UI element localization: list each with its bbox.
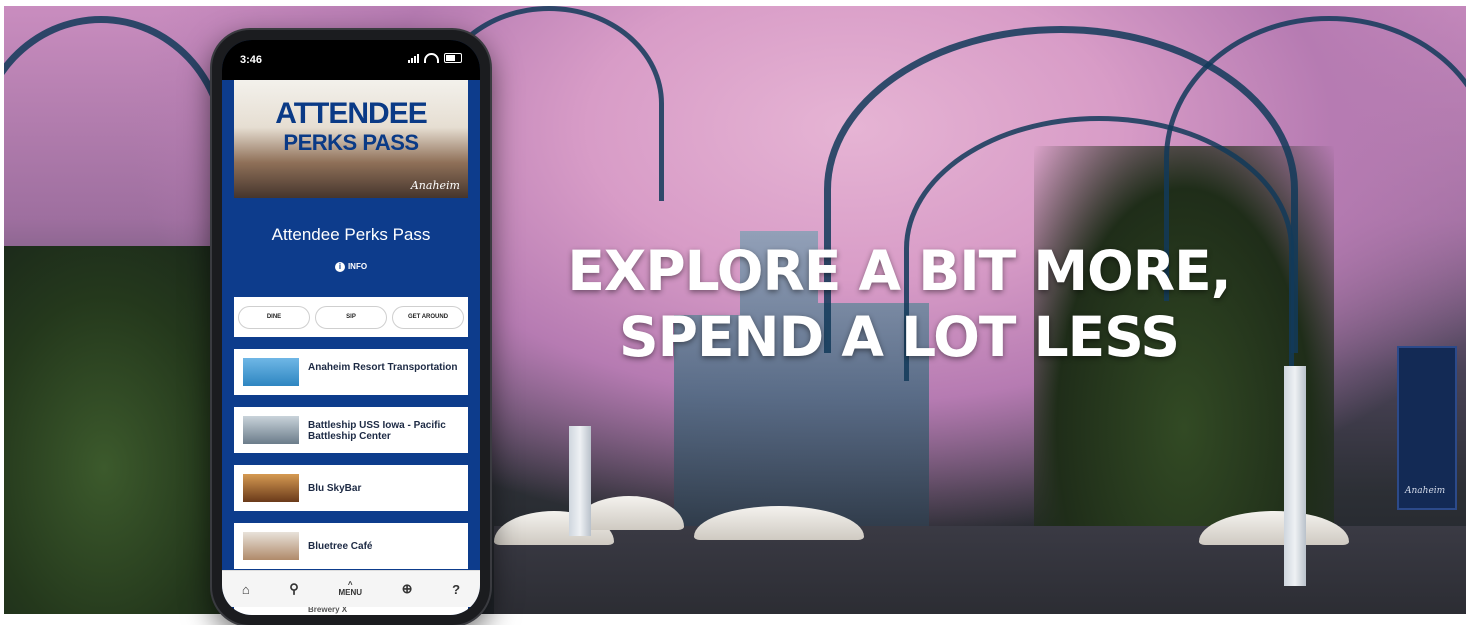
status-icons xyxy=(408,53,462,63)
section-title: Attendee Perks Pass xyxy=(271,225,431,244)
globe-icon[interactable]: ⊕ xyxy=(402,581,413,597)
bottom-nav: ⌂ ⚲ ^ MENU ⊕ ? xyxy=(222,570,480,607)
status-bar: 3:46 xyxy=(222,40,480,80)
info-icon: i xyxy=(334,262,345,272)
battery-icon xyxy=(444,53,462,63)
headline-line-1: EXPLORE A BIT MORE, xyxy=(567,239,1231,303)
banner-signature: Anaheim xyxy=(1405,486,1446,496)
menu-button[interactable]: ^ MENU xyxy=(338,581,362,597)
list-item[interactable]: Anaheim Resort Transportation xyxy=(234,349,468,395)
item-thumbnail xyxy=(243,358,299,386)
headline-line-2: SPEND A LOT LESS xyxy=(619,305,1180,369)
item-label: Battleship USS Iowa - Pacific Battleship… xyxy=(308,420,446,442)
light-truss xyxy=(1284,366,1306,586)
light-truss xyxy=(569,426,591,536)
home-icon[interactable]: ⌂ xyxy=(242,582,250,597)
item-label: Anaheim Resort Transportation xyxy=(308,362,458,373)
phone-screen: 3:46 ATTENDEE PERKS PASS Anaheim Attende… xyxy=(222,40,480,615)
item-label: Blu SkyBar xyxy=(308,483,362,494)
promo-title-line-1: ATTENDEE xyxy=(275,97,427,130)
hanging-banner: Anaheim xyxy=(1397,346,1457,510)
phone-mockup: 3:46 ATTENDEE PERKS PASS Anaheim Attende… xyxy=(212,30,490,625)
status-time: 3:46 xyxy=(240,54,263,66)
item-label: Bluetree Café xyxy=(308,541,373,552)
tab-dine[interactable]: DINE xyxy=(238,305,310,329)
info-label: INFO xyxy=(347,262,368,272)
signal-icon xyxy=(408,53,419,63)
list-item[interactable]: Blu SkyBar xyxy=(234,465,468,511)
help-icon[interactable]: ? xyxy=(452,582,460,597)
wifi-icon xyxy=(424,53,439,63)
promo-title-line-2: PERKS PASS xyxy=(283,130,419,155)
anaheim-logo: Anaheim xyxy=(410,179,460,192)
info-button[interactable]: i INFO xyxy=(222,262,480,272)
hero-headline: EXPLORE A BIT MORE, SPEND A LOT LESS xyxy=(564,238,1234,370)
item-thumbnail xyxy=(243,416,299,444)
trellis-arch xyxy=(4,16,228,283)
menu-label: MENU xyxy=(338,588,363,597)
item-thumbnail xyxy=(243,532,299,560)
list-item[interactable]: Bluetree Café xyxy=(234,523,468,569)
item-thumbnail xyxy=(243,474,299,502)
location-icon[interactable]: ⚲ xyxy=(289,581,299,597)
tab-get-around[interactable]: GET AROUND xyxy=(392,305,464,329)
category-tabs: DINE SIP GET AROUND xyxy=(234,297,468,337)
promo-banner: ATTENDEE PERKS PASS Anaheim xyxy=(234,80,468,198)
list-item[interactable]: Battleship USS Iowa - Pacific Battleship… xyxy=(234,407,468,453)
tab-sip[interactable]: SIP xyxy=(315,305,387,329)
